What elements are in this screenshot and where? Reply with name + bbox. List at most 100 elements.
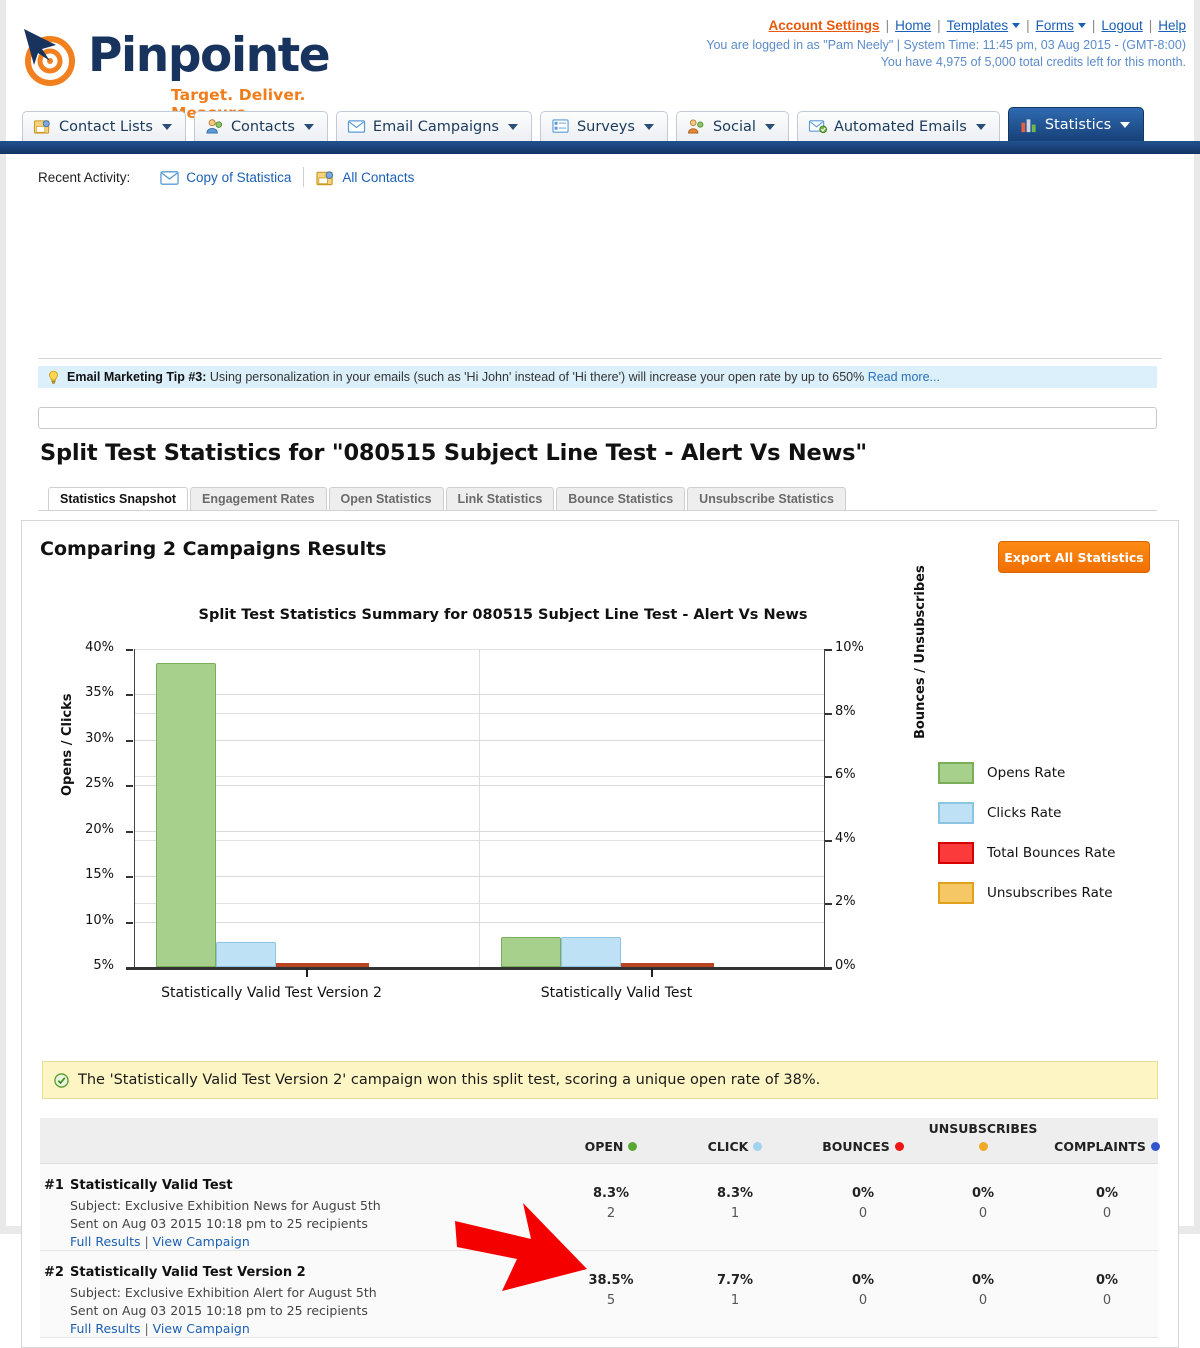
status-dot (753, 1142, 763, 1151)
nav-tab-email-campaigns[interactable]: Email Campaigns (335, 111, 532, 141)
metric-count: 0 (1102, 1206, 1112, 1221)
chevron-down-icon (1012, 23, 1021, 28)
nav-tab-social[interactable]: Social (675, 111, 789, 141)
main-nav: Contact Lists Contacts Email Campaigns Surv… (0, 107, 1200, 154)
column-header-label: BOUNCES (822, 1139, 890, 1154)
campaign-subject: Subject: Exclusive Exhibition Alert for … (70, 1285, 377, 1300)
chart-y2-tick-label: 4% (835, 830, 856, 846)
chart-y-tick-label: 40% (85, 640, 114, 655)
metric-cell: 0% 0 (813, 1273, 913, 1308)
campaign-subject: Subject: Exclusive Exhibition News for A… (70, 1198, 381, 1213)
search-input[interactable] (38, 407, 1157, 429)
metric-count: 0 (978, 1293, 988, 1308)
status-dot (894, 1142, 904, 1151)
utility-link-forms[interactable]: Forms (1036, 18, 1074, 33)
chart-group-divider (479, 649, 480, 967)
pinpointe-target-icon (24, 29, 75, 86)
table-column-header-click: CLICK (680, 1139, 790, 1154)
statistics-subtabs: Statistics Snapshot Engagement Rates Open … (48, 487, 846, 510)
metric-percent: 0% (851, 1273, 875, 1288)
chevron-down-icon (1120, 122, 1131, 128)
metric-count: 0 (858, 1206, 868, 1221)
metric-count: 0 (858, 1293, 868, 1308)
recent-activity-item-1[interactable]: All Contacts (316, 169, 414, 186)
nav-tab-contacts[interactable]: Contacts (193, 111, 328, 141)
credits-status: You have 4,975 of 5,000 total credits le… (880, 55, 1186, 69)
utility-link-home[interactable]: Home (895, 18, 931, 33)
utility-link-account-settings[interactable]: Account Settings (769, 18, 880, 33)
status-dot (1150, 1142, 1160, 1151)
marketing-tip-banner: Email Marketing Tip #3: Using personaliz… (38, 366, 1157, 388)
page-header: Pinpointe Target. Deliver. Measure. Acco… (0, 0, 1200, 122)
subtab-engagement-rates[interactable]: Engagement Rates (190, 487, 327, 510)
chart-legend-swatch (938, 882, 974, 904)
tip-heading: Email Marketing Tip #3: (67, 370, 207, 384)
contact-lists-icon (33, 120, 50, 134)
nav-tab-surveys[interactable]: Surveys (539, 111, 668, 141)
nav-tab-statistics[interactable]: Statistics (1007, 107, 1145, 142)
chart-legend-item: Opens Rate (938, 762, 1115, 784)
utility-link-help[interactable]: Help (1158, 18, 1186, 33)
utility-link-templates[interactable]: Templates (947, 18, 1009, 33)
chart-legend-label: Clicks Rate (987, 805, 1062, 821)
chart-legend-label: Opens Rate (987, 765, 1066, 781)
login-status: You are logged in as "Pam Neely" | Syste… (706, 38, 1186, 52)
view-campaign-link[interactable]: View Campaign (153, 1321, 250, 1336)
page-title: Split Test Statistics for "080515 Subjec… (40, 440, 867, 466)
full-results-link[interactable]: Full Results (70, 1321, 140, 1336)
table-header-row: OPEN CLICK BOUNCES UNSUBSCRIBES COMPLAINTS (40, 1118, 1160, 1164)
subtab-statistics-snapshot[interactable]: Statistics Snapshot (48, 487, 188, 510)
recent-activity-link-1[interactable]: All Contacts (342, 170, 414, 185)
check-circle-icon (54, 1072, 69, 1088)
chevron-down-icon (507, 123, 518, 130)
nav-tab-contact-lists[interactable]: Contact Lists (22, 111, 186, 141)
table-column-header-bounces: BOUNCES (808, 1139, 918, 1154)
brand-logo[interactable]: Pinpointe Target. Deliver. Measure. (18, 20, 358, 122)
subtab-open-statistics[interactable]: Open Statistics (328, 487, 444, 510)
export-all-statistics-button[interactable]: Export All Statistics (998, 541, 1150, 573)
chart-right-axis-line (824, 649, 825, 968)
nav-tab-label: Statistics (1044, 117, 1112, 133)
chart-y-tick-mark (126, 921, 133, 924)
utility-link-logout[interactable]: Logout (1101, 18, 1142, 33)
recent-divider (303, 167, 305, 187)
metric-count: 1 (730, 1293, 740, 1308)
nav-tab-label: Email Campaigns (372, 118, 499, 135)
chevron-down-icon (643, 123, 654, 130)
metric-cell: 0% 0 (1057, 1186, 1157, 1221)
recent-activity-link-0[interactable]: Copy of Statistica (186, 170, 291, 185)
chart-legend-swatch (938, 842, 974, 864)
utility-nav-separator: | (885, 18, 890, 33)
chart-legend-item: Clicks Rate (938, 802, 1115, 824)
nav-tab-label: Automated Emails (833, 118, 967, 135)
view-campaign-link[interactable]: View Campaign (153, 1234, 250, 1249)
subtab-unsubscribe-statistics[interactable]: Unsubscribe Statistics (687, 487, 846, 510)
chart-x-tick-mark (306, 968, 308, 977)
chevron-down-icon (975, 123, 986, 130)
column-header-label: CLICK (707, 1139, 749, 1154)
chart-x-tick-mark (651, 968, 653, 977)
chart-plot-area (134, 649, 824, 968)
chart-y2-axis-label: Bounces / Unsubscribes (913, 565, 928, 739)
subtab-label: Unsubscribe Statistics (699, 492, 834, 506)
nav-tab-automated-emails[interactable]: Automated Emails (796, 111, 1000, 141)
chart-bar (561, 937, 621, 967)
nav-tab-label: Surveys (576, 118, 635, 135)
chart-legend: Opens Rate Clicks Rate Total Bounces Rate U… (938, 762, 1115, 922)
metric-cell: 0% 0 (933, 1273, 1033, 1308)
metric-cell: 8.3% 1 (685, 1186, 785, 1221)
subtab-link-statistics[interactable]: Link Statistics (445, 487, 555, 510)
tip-read-more-link[interactable]: Read more... (868, 370, 940, 384)
chart-y-tick-label: 10% (85, 912, 114, 928)
chart-y2-tick-label: 8% (835, 703, 856, 719)
brand-name: Pinpointe (88, 28, 331, 83)
chart-legend-label: Unsubscribes Rate (987, 885, 1113, 901)
subtab-bounce-statistics[interactable]: Bounce Statistics (556, 487, 686, 510)
full-results-link[interactable]: Full Results (70, 1234, 140, 1249)
nav-tab-label: Contact Lists (59, 118, 153, 135)
survey-icon (552, 119, 569, 133)
metric-percent: 7.7% (716, 1273, 754, 1288)
chart-legend-swatch (938, 762, 974, 784)
recent-activity-item-0[interactable]: Copy of Statistica (160, 169, 291, 186)
metric-count: 0 (978, 1206, 988, 1221)
